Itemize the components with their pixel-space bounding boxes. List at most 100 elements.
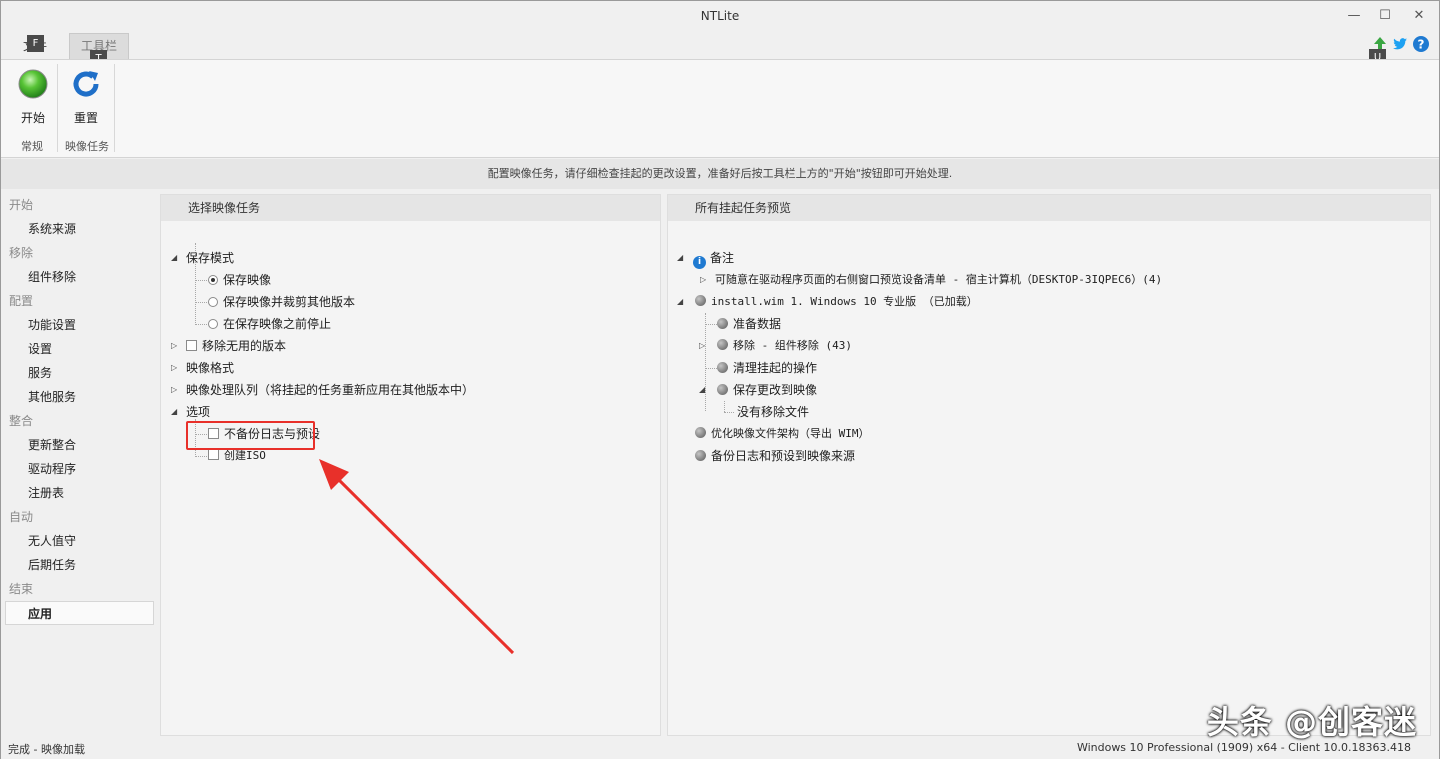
collapse-icon[interactable]: ◢ xyxy=(677,291,687,313)
image-format-node[interactable]: 映像格式 xyxy=(186,357,234,379)
task-dot-icon xyxy=(717,339,728,350)
radio-selected-icon[interactable] xyxy=(208,275,218,285)
sidebar-item-settings[interactable]: 设置 xyxy=(1,337,157,361)
help-icon[interactable]: ? xyxy=(1412,35,1430,53)
sidebar-head-integrate[interactable]: 整合 xyxy=(1,409,157,433)
ribbon: 开始 重置 常规 映像任务 xyxy=(1,59,1439,158)
sidebar-item-source[interactable]: 系统来源 xyxy=(1,217,157,241)
collapse-icon[interactable]: ◢ xyxy=(699,379,709,401)
install-wim-label: install.wim 1. Windows 10 专业版 （已加载） xyxy=(711,295,978,308)
expand-icon[interactable]: ▷ xyxy=(700,269,710,291)
expand-icon[interactable]: ▷ xyxy=(171,379,181,401)
start-button[interactable]: 开始 xyxy=(8,66,58,126)
save-mode-node[interactable]: 保存模式 xyxy=(186,247,234,269)
save-changes-label: 保存更改到映像 xyxy=(733,383,818,397)
image-tasks-panel: 选择映像任务 ◢ 保存模式 保存映像 保存映像并裁剪其他版本 在保存映像之前停止… xyxy=(160,194,661,736)
watermark: 头条 @创客迷 xyxy=(1206,703,1417,741)
info-bar: 配置映像任务，请仔细检查挂起的更改设置，准备好后按工具栏上方的"开始"按钮即可开… xyxy=(1,159,1439,189)
svg-text:?: ? xyxy=(1418,38,1425,52)
radio-icon[interactable] xyxy=(208,319,218,329)
panel-header-tasks: 选择映像任务 xyxy=(161,195,660,221)
minimize-button[interactable]: — xyxy=(1339,5,1369,27)
sidebar-item-registry[interactable]: 注册表 xyxy=(1,481,157,505)
save-image-label: 保存映像 xyxy=(223,273,272,287)
prepare-label: 准备数据 xyxy=(733,317,782,331)
task-dot-icon xyxy=(717,384,728,395)
sidebar-head-start[interactable]: 开始 xyxy=(1,193,157,217)
optimize-label: 优化映像文件架构（导出 WIM） xyxy=(711,427,870,440)
sidebar-head-automate[interactable]: 自动 xyxy=(1,505,157,529)
sidebar-item-updates[interactable]: 更新整合 xyxy=(1,433,157,457)
stop-before-option[interactable]: 在保存映像之前停止 xyxy=(208,313,331,335)
task-dot-icon xyxy=(695,295,706,306)
sidebar: 开始 系统来源 移除 组件移除 配置 功能设置 设置 服务 其他服务 整合 更新… xyxy=(1,193,157,733)
maximize-button[interactable]: ☐ xyxy=(1370,5,1400,27)
reset-button[interactable]: 重置 xyxy=(61,66,111,126)
twitter-icon[interactable] xyxy=(1391,35,1409,53)
radio-icon[interactable] xyxy=(208,297,218,307)
save-trim-label: 保存映像并裁剪其他版本 xyxy=(223,295,356,309)
sidebar-item-drivers[interactable]: 驱动程序 xyxy=(1,457,157,481)
refresh-icon xyxy=(73,71,99,97)
group-label-image-tasks: 映像任务 xyxy=(65,140,109,153)
notes-label: 备注 xyxy=(710,251,735,265)
prepare-node[interactable]: 准备数据 xyxy=(717,313,781,335)
sidebar-item-services[interactable]: 服务 xyxy=(1,361,157,385)
note-line-node[interactable]: 可随意在驱动程序页面的右侧窗口预览设备清单 - 宿主计算机（DESKTOP-3I… xyxy=(715,269,1162,291)
window-title: NTLite xyxy=(700,9,740,23)
title-bar: NTLite — ☐ ✕ xyxy=(1,1,1439,31)
sidebar-item-other-services[interactable]: 其他服务 xyxy=(1,385,157,409)
remove-node[interactable]: 移除 - 组件移除 (43) xyxy=(717,335,852,357)
checkbox[interactable] xyxy=(208,449,219,460)
collapse-icon[interactable]: ◢ xyxy=(171,401,181,423)
sidebar-head-finish[interactable]: 结束 xyxy=(1,577,157,601)
sidebar-item-unattended[interactable]: 无人值守 xyxy=(1,529,157,553)
collapse-icon[interactable]: ◢ xyxy=(171,247,181,269)
save-trim-option[interactable]: 保存映像并裁剪其他版本 xyxy=(208,291,355,313)
remove-unused-label: 移除无用的版本 xyxy=(202,339,287,353)
checkbox[interactable] xyxy=(186,340,197,351)
backup-label: 备份日志和预设到映像来源 xyxy=(711,449,856,463)
keytip-file: F xyxy=(27,35,44,52)
start-green-orb-icon xyxy=(18,69,48,99)
save-image-option[interactable]: 保存映像 xyxy=(208,269,271,291)
cleanup-label: 清理挂起的操作 xyxy=(733,361,818,375)
sidebar-item-post-setup[interactable]: 后期任务 xyxy=(1,553,157,577)
start-label: 开始 xyxy=(20,111,45,125)
task-dot-icon xyxy=(717,318,728,329)
highlight-box xyxy=(186,421,315,450)
sidebar-head-configure[interactable]: 配置 xyxy=(1,289,157,313)
collapse-icon[interactable]: ◢ xyxy=(677,247,687,269)
sidebar-item-features[interactable]: 功能设置 xyxy=(1,313,157,337)
group-label-general: 常规 xyxy=(21,140,43,153)
cleanup-node[interactable]: 清理挂起的操作 xyxy=(717,357,817,379)
ntlite-window: NTLite — ☐ ✕ 文件 F 工具栏 T ? U xyxy=(0,0,1440,759)
expand-icon[interactable]: ▷ xyxy=(171,335,181,357)
close-button[interactable]: ✕ xyxy=(1404,5,1434,27)
backup-node[interactable]: 备份日志和预设到映像来源 xyxy=(695,445,855,467)
sidebar-item-apply[interactable]: 应用 xyxy=(5,601,154,625)
task-dot-icon xyxy=(695,450,706,461)
reset-label: 重置 xyxy=(73,111,98,125)
task-dot-icon xyxy=(695,427,706,438)
save-changes-node[interactable]: 保存更改到映像 xyxy=(717,379,817,401)
pending-tasks-panel: 所有挂起任务预览 ◢ i 备注 ▷ 可随意在驱动程序页面的右侧窗口预览设备清单 -… xyxy=(667,194,1431,736)
stop-before-label: 在保存映像之前停止 xyxy=(223,317,332,331)
options-node[interactable]: 选项 xyxy=(186,401,210,423)
remove-label: 移除 - 组件移除 (43) xyxy=(733,339,852,352)
sidebar-head-remove[interactable]: 移除 xyxy=(1,241,157,265)
top-right-icons: ? U xyxy=(1369,35,1431,66)
remove-unused-option[interactable]: 移除无用的版本 xyxy=(186,335,286,357)
info-icon: i xyxy=(693,256,706,269)
expand-icon[interactable]: ▷ xyxy=(699,335,709,357)
expand-icon[interactable]: ▷ xyxy=(171,357,181,379)
install-wim-node[interactable]: install.wim 1. Windows 10 专业版 （已加载） xyxy=(695,291,978,313)
panel-header-pending: 所有挂起任务预览 xyxy=(668,195,1430,221)
optimize-node[interactable]: 优化映像文件架构（导出 WIM） xyxy=(695,423,870,445)
no-remove-node[interactable]: 没有移除文件 xyxy=(737,401,809,423)
queue-node[interactable]: 映像处理队列（将挂起的任务重新应用在其他版本中） xyxy=(186,379,474,401)
status-left-text: 完成 - 映像加载 xyxy=(8,743,85,756)
notes-node[interactable]: i 备注 xyxy=(693,247,734,269)
sidebar-item-components[interactable]: 组件移除 xyxy=(1,265,157,289)
task-dot-icon xyxy=(717,362,728,373)
